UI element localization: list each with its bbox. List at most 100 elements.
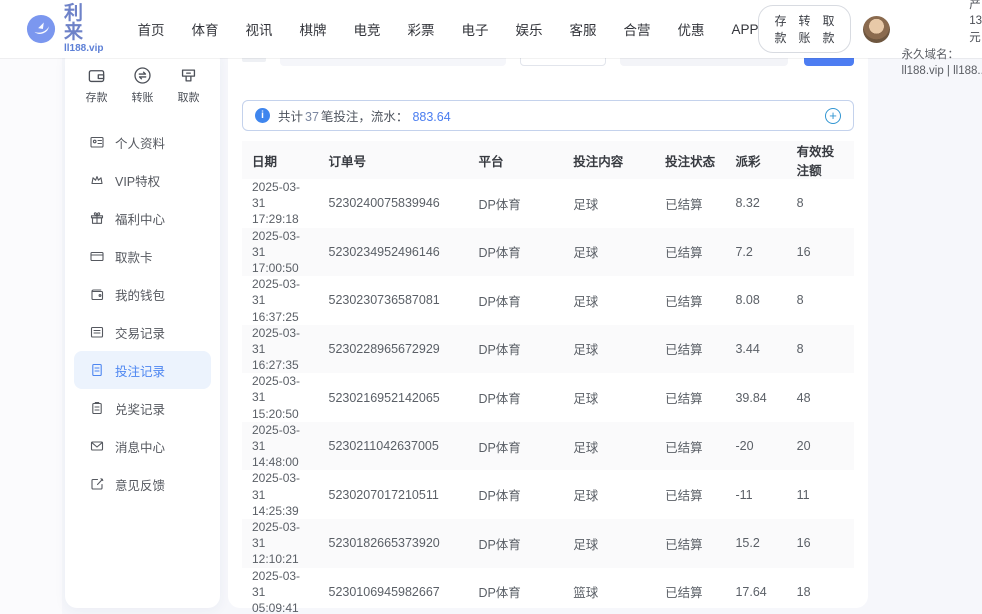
cell-valid: 48 xyxy=(787,373,854,422)
cell-status: 已结算 xyxy=(655,519,725,568)
nav-item[interactable]: 合营 xyxy=(623,19,650,39)
sidebar-item[interactable]: 兑奖记录 xyxy=(74,389,211,427)
sidebar-item-label: 取款卡 xyxy=(115,247,153,266)
bet-count: 37 xyxy=(305,110,319,124)
nav-item[interactable]: APP xyxy=(731,22,758,37)
user-meta: anxin3399 总资产：1363.49元 永久域名：ll188.vip | … xyxy=(902,0,982,80)
cell-payout: -20 xyxy=(725,422,786,471)
cell-content: 足球 xyxy=(563,422,655,471)
quick-action-label: 转账 xyxy=(132,89,154,105)
cell-order: 5230106945982667 xyxy=(319,568,469,614)
avatar[interactable] xyxy=(863,16,890,43)
cell-content: 足球 xyxy=(563,325,655,374)
cell-status: 已结算 xyxy=(655,325,725,374)
quick-action-label: 取款 xyxy=(178,89,200,105)
plus-circle-icon[interactable]: + xyxy=(825,108,841,124)
sidebar-item[interactable]: 消息中心 xyxy=(74,427,211,465)
wallet-action[interactable]: 取款 xyxy=(823,12,835,46)
cell-date: 2025-03-3114:25:39 xyxy=(242,470,319,519)
wallet-icon xyxy=(89,286,105,302)
table-body: 2025-03-3117:29:185230240075839946DP体育足球… xyxy=(242,179,854,614)
quick-action[interactable]: 存款 xyxy=(86,66,108,105)
logo-icon xyxy=(26,14,56,44)
sidebar-item[interactable]: VIP特权 xyxy=(74,161,211,199)
table-row: 2025-03-3114:48:005230211042637005DP体育足球… xyxy=(242,422,854,471)
sidebar-item[interactable]: 福利中心 xyxy=(74,199,211,237)
cell-valid: 16 xyxy=(787,519,854,568)
cell-payout: 7.2 xyxy=(725,228,786,277)
cell-order: 5230182665373920 xyxy=(319,519,469,568)
nav-item[interactable]: 优惠 xyxy=(677,19,704,39)
table-row: 2025-03-3117:00:505230234952496146DP体育足球… xyxy=(242,228,854,277)
sidebar-item-label: 个人资料 xyxy=(115,133,165,152)
sidebar-item[interactable]: 意见反馈 xyxy=(74,465,211,503)
cell-platform: DP体育 xyxy=(468,470,563,519)
nav-item[interactable]: 首页 xyxy=(137,19,164,39)
sidebar-item-label: 投注记录 xyxy=(115,361,165,380)
withdraw-card-icon xyxy=(89,248,105,264)
nav-item[interactable]: 客服 xyxy=(569,19,596,39)
nav-item[interactable]: 电子 xyxy=(461,19,488,39)
sidebar-item-label: 消息中心 xyxy=(115,437,165,456)
sidebar-menu: 个人资料 VIP特权福利中心取款卡我的钱包交易记录投注记录兑奖记录消息中心意见反馈 xyxy=(65,123,220,503)
wallet-action[interactable]: 存款 xyxy=(774,12,786,46)
sidebar-item-label: 意见反馈 xyxy=(115,475,165,494)
table-row: 2025-03-3115:20:505230216952142065DP体育足球… xyxy=(242,373,854,422)
sidebar-item[interactable]: 投注记录 xyxy=(74,351,211,389)
main-nav: 首页 体育 视讯 棋牌 电竞 彩票 电子 娱乐 客服 合营 优惠 APP xyxy=(137,19,758,39)
cell-status: 已结算 xyxy=(655,373,725,422)
cell-status: 已结算 xyxy=(655,276,725,325)
cell-payout: 39.84 xyxy=(725,373,786,422)
cell-platform: DP体育 xyxy=(468,519,563,568)
profile-icon xyxy=(89,134,105,150)
quick-action[interactable]: 取款 xyxy=(178,66,200,105)
nav-item[interactable]: 彩票 xyxy=(407,19,434,39)
cell-payout: 8.08 xyxy=(725,276,786,325)
bet-records-table: 日期订单号平台投注内容投注状态派彩有效投注额 2025-03-3117:29:1… xyxy=(242,141,854,614)
permanent-domain: 永久域名：ll188.vip | ll188.... xyxy=(902,47,982,80)
nav-item[interactable]: 视讯 xyxy=(245,19,272,39)
top-navbar: 利来 ll188.vip 首页 体育 视讯 棋牌 电竞 彩票 电子 娱乐 客服 合营 优惠 APP 存… xyxy=(0,0,982,58)
logo[interactable]: 利来 ll188.vip xyxy=(26,4,103,54)
navbar-right: 存款转账取款 anxin3399 总资产：1363.49元 永久域名：ll188… xyxy=(758,0,982,80)
cell-status: 已结算 xyxy=(655,422,725,471)
cell-date: 2025-03-3114:48:00 xyxy=(242,422,319,471)
deposit-icon xyxy=(87,66,106,85)
quick-action[interactable]: 转账 xyxy=(132,66,154,105)
table-row: 2025-03-3105:09:415230106945982667DP体育篮球… xyxy=(242,568,854,614)
cell-content: 足球 xyxy=(563,519,655,568)
nav-item[interactable]: 棋牌 xyxy=(299,19,326,39)
info-icon: i xyxy=(255,108,270,123)
summary-bar: i 共计37笔投注，流水：883.64 + xyxy=(242,100,854,131)
cell-date: 2025-03-3105:09:41 xyxy=(242,568,319,614)
nav-item[interactable]: 娱乐 xyxy=(515,19,542,39)
wallet-action[interactable]: 转账 xyxy=(799,12,811,46)
cell-order: 5230211042637005 xyxy=(319,422,469,471)
table-row: 2025-03-3116:37:255230230736587081DP体育足球… xyxy=(242,276,854,325)
cell-platform: DP体育 xyxy=(468,568,563,614)
logo-domain: ll188.vip xyxy=(64,44,103,54)
cell-order: 5230240075839946 xyxy=(319,179,469,228)
nav-item[interactable]: 电竞 xyxy=(353,19,380,39)
cell-content: 足球 xyxy=(563,276,655,325)
sidebar-item[interactable]: 取款卡 xyxy=(74,237,211,275)
cell-content: 足球 xyxy=(563,470,655,519)
cell-valid: 11 xyxy=(787,470,854,519)
table-header-row: 日期订单号平台投注内容投注状态派彩有效投注额 xyxy=(242,141,854,179)
sidebar-item[interactable]: 交易记录 xyxy=(74,313,211,351)
transaction-icon xyxy=(89,324,105,340)
cell-payout: 3.44 xyxy=(725,325,786,374)
cell-valid: 8 xyxy=(787,325,854,374)
cell-payout: -11 xyxy=(725,470,786,519)
page-content: 存款转账 取款 个人资料 VIP特权福利中心取款卡我的钱包交易记录投注记录兑奖记录消… xyxy=(0,58,982,614)
sidebar-item[interactable]: 个人资料 xyxy=(74,123,211,161)
sidebar-quick-actions: 存款转账 取款 xyxy=(65,64,220,115)
sidebar-item-label: 我的钱包 xyxy=(115,285,165,304)
cell-date: 2025-03-3115:20:50 xyxy=(242,373,319,422)
nav-item[interactable]: 体育 xyxy=(191,19,218,39)
cell-date: 2025-03-3117:00:50 xyxy=(242,228,319,277)
cell-payout: 15.2 xyxy=(725,519,786,568)
sidebar-item[interactable]: 我的钱包 xyxy=(74,275,211,313)
cell-order: 5230234952496146 xyxy=(319,228,469,277)
sidebar-item-label: VIP特权 xyxy=(115,171,160,190)
